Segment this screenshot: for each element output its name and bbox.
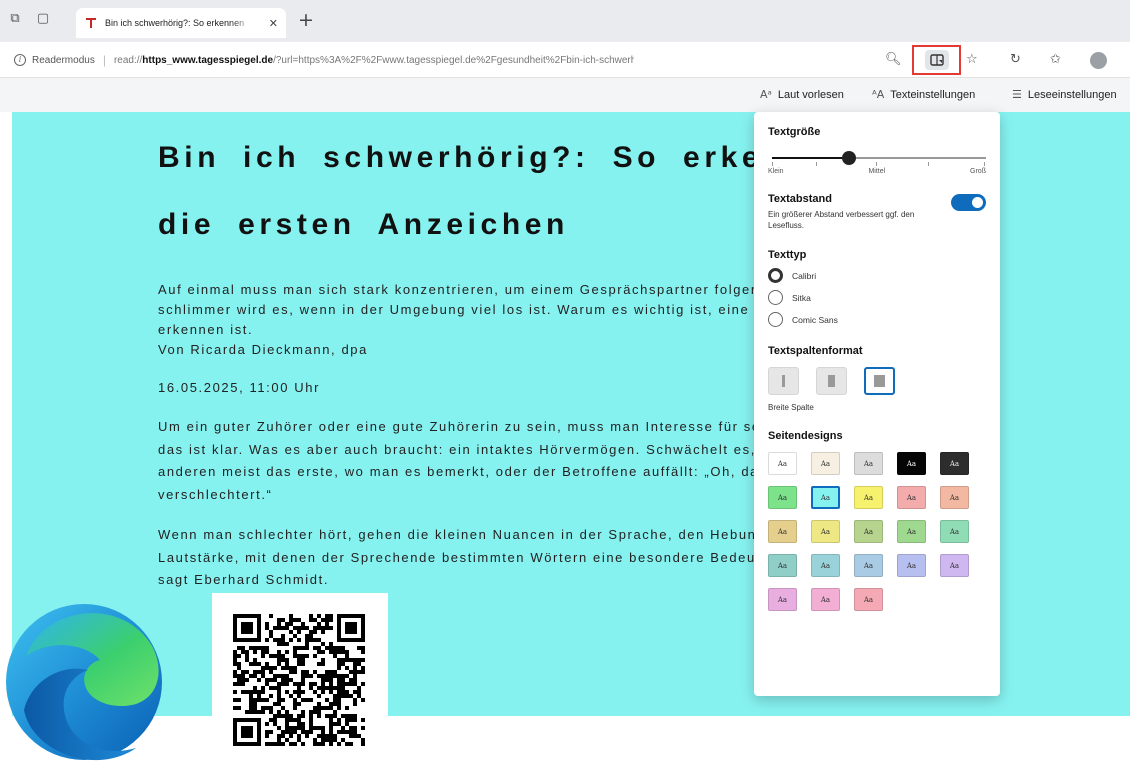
- page-theme-swatch[interactable]: Aa: [897, 554, 926, 577]
- reader-toolbar: Aᵃ Laut vorlesen ᴬA Texteinstellungen ☰ …: [0, 78, 1130, 112]
- font-option-label: Comic Sans: [792, 314, 838, 325]
- page-theme-swatch[interactable]: Aa: [940, 520, 969, 543]
- immersive-reader-button[interactable]: [912, 45, 961, 75]
- page-theme-swatch[interactable]: Aa: [811, 486, 840, 509]
- reader-mode-label: Readermodus: [32, 54, 95, 66]
- page-themes-heading: Seitendesigns: [768, 430, 843, 442]
- page-theme-swatch[interactable]: Aa: [768, 486, 797, 509]
- slider-tick: [876, 162, 877, 166]
- text-settings-panel: Textgröße Klein Mittel Groß Textabstand …: [754, 112, 1000, 696]
- text-settings-label: Texteinstellungen: [890, 88, 976, 101]
- tab-actions-icon[interactable]: ▢: [36, 12, 50, 26]
- page-theme-swatch[interactable]: Aa: [940, 452, 969, 475]
- page-theme-swatch[interactable]: Aa: [854, 554, 883, 577]
- read-aloud-icon: Aᵃ: [760, 88, 772, 101]
- tab-title: Bin ich schwerhörig?: So erkennen: [105, 18, 245, 28]
- font-type-heading: Texttyp: [768, 249, 807, 261]
- reading-preferences-icon: ☰: [1012, 88, 1022, 101]
- page-theme-swatch[interactable]: Aa: [811, 520, 840, 543]
- page-theme-swatch[interactable]: Aa: [768, 520, 797, 543]
- font-option-calibri[interactable]: Calibri: [768, 268, 986, 283]
- font-option-comic-sans[interactable]: Comic Sans: [768, 312, 986, 327]
- refresh-icon[interactable]: ↻: [1010, 52, 1021, 68]
- text-settings-button[interactable]: ᴬA Texteinstellungen: [872, 88, 975, 101]
- page-theme-swatch[interactable]: Aa: [854, 452, 883, 475]
- column-narrow-icon: [782, 375, 785, 387]
- text-size-labels: Klein Mittel Groß: [768, 168, 986, 175]
- edge-logo: [4, 592, 164, 773]
- favorite-star-icon[interactable]: ☆: [966, 52, 978, 68]
- new-tab-icon[interactable]: +: [298, 10, 314, 30]
- read-aloud-label: Laut vorlesen: [777, 88, 844, 101]
- profile-avatar[interactable]: [1090, 52, 1107, 69]
- reading-preferences-label: Leseeinstellungen: [1027, 88, 1117, 101]
- wide-column-button[interactable]: [864, 367, 895, 395]
- info-icon[interactable]: i: [14, 54, 26, 66]
- page-theme-swatch[interactable]: Aa: [811, 554, 840, 577]
- text-spacing-heading: Textabstand: [768, 193, 832, 205]
- font-option-label: Calibri: [792, 270, 817, 281]
- radio-unselected[interactable]: [768, 290, 783, 305]
- workspaces-icon[interactable]: ⧉: [8, 12, 22, 26]
- page-theme-swatch[interactable]: Aa: [811, 452, 840, 475]
- size-label-small: Klein: [768, 168, 784, 175]
- address-separator: |: [102, 53, 106, 67]
- text-spacing-description: Ein größerer Abstand verbessert ggf. den…: [768, 210, 915, 230]
- text-settings-icon: ᴬA: [872, 88, 885, 101]
- slider-tick: [928, 162, 929, 166]
- tab-active[interactable]: Bin ich schwerhörig?: So erkennen ✕: [76, 8, 286, 38]
- qr-code-graphic: [233, 614, 365, 746]
- page-theme-swatch[interactable]: Aa: [768, 452, 797, 475]
- text-spacing-toggle[interactable]: [951, 194, 986, 211]
- page-theme-swatch[interactable]: Aa: [768, 554, 797, 577]
- qr-code: [212, 593, 388, 768]
- favorites-icon[interactable]: ✩: [1050, 52, 1061, 68]
- tab-strip: ⧉ ▢ Bin ich schwerhörig?: So erkennen ✕ …: [0, 0, 1130, 42]
- font-option-sitka[interactable]: Sitka: [768, 290, 986, 305]
- slider-tick: [984, 162, 985, 166]
- page-theme-swatch[interactable]: Aa: [940, 486, 969, 509]
- zoom-icon[interactable]: 🔍︎: [885, 52, 902, 68]
- slider-fill: [772, 157, 850, 159]
- slider-thumb[interactable]: [842, 151, 857, 165]
- slider-tick: [816, 162, 817, 166]
- column-wide-icon: [874, 375, 885, 387]
- text-size-heading: Textgröße: [768, 126, 821, 138]
- medium-column-button[interactable]: [816, 367, 847, 395]
- page-theme-swatch[interactable]: Aa: [768, 588, 797, 611]
- read-aloud-button[interactable]: Aᵃ Laut vorlesen: [760, 88, 844, 101]
- tab-close-icon[interactable]: ✕: [269, 17, 278, 30]
- page-theme-swatch[interactable]: Aa: [940, 554, 969, 577]
- page-theme-swatch[interactable]: Aa: [897, 520, 926, 543]
- page-theme-swatch[interactable]: Aa: [811, 588, 840, 611]
- page-theme-swatch[interactable]: Aa: [854, 520, 883, 543]
- page-theme-swatch[interactable]: Aa: [854, 486, 883, 509]
- size-label-large: Groß: [970, 168, 986, 175]
- slider-tick: [772, 162, 773, 166]
- page-theme-swatch[interactable]: Aa: [854, 588, 883, 611]
- page-theme-grid: Aa Aa Aa Aa Aa Aa Aa Aa Aa Aa Aa Aa Aa Aa Aa Aa Aa Aa Aa Aa…: [768, 452, 986, 611]
- url-text[interactable]: read://https_www.tagesspiegel.de/?url=ht…: [114, 55, 634, 66]
- immersive-reader-icon: [929, 54, 944, 66]
- reading-preferences-button[interactable]: ☰ Leseeinstellungen: [1012, 88, 1117, 101]
- tagesspiegel-favicon-icon: [84, 16, 98, 30]
- font-option-label: Sitka: [792, 292, 811, 303]
- omnibox[interactable]: i Readermodus | read://https_www.tagessp…: [14, 46, 1024, 74]
- column-format-options: [768, 367, 986, 395]
- radio-selected[interactable]: [768, 268, 783, 283]
- address-bar: i Readermodus | read://https_www.tagessp…: [0, 42, 1130, 78]
- column-medium-icon: [828, 375, 835, 387]
- column-format-heading: Textspaltenformat: [768, 345, 863, 357]
- page-theme-swatch[interactable]: Aa: [897, 486, 926, 509]
- narrow-column-button[interactable]: [768, 367, 799, 395]
- toggle-knob: [972, 197, 983, 208]
- page-theme-swatch[interactable]: Aa: [897, 452, 926, 475]
- size-label-medium: Mittel: [868, 168, 886, 175]
- column-format-selected-label: Breite Spalte: [768, 403, 814, 412]
- radio-unselected[interactable]: [768, 312, 783, 327]
- text-spacing-row: Textabstand Ein größerer Abstand verbess…: [768, 193, 986, 231]
- text-size-slider[interactable]: [768, 151, 986, 166]
